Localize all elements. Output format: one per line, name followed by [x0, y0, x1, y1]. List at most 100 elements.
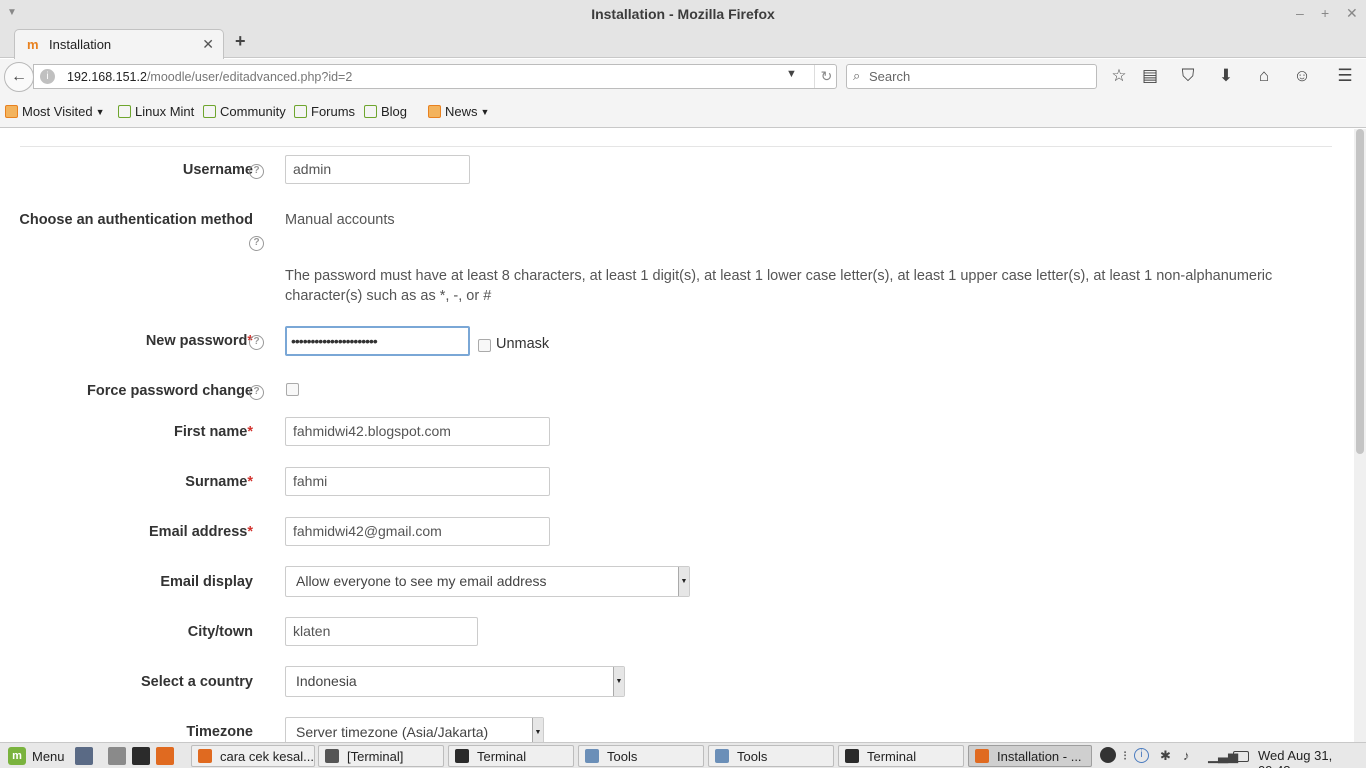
- force-password-change-checkbox[interactable]: [286, 383, 299, 396]
- battery-icon[interactable]: [1233, 751, 1249, 762]
- maximize-button[interactable]: +: [1321, 5, 1329, 21]
- site-info-icon[interactable]: i: [40, 69, 55, 84]
- window-title: Installation - Mozilla Firefox: [591, 6, 775, 22]
- first-name-label-text: First name: [174, 424, 248, 440]
- url-host: 192.168.151.2: [67, 70, 147, 84]
- help-icon[interactable]: ?: [249, 335, 264, 350]
- reload-icon[interactable]: ↻: [814, 65, 838, 88]
- surname-label-text: Surname: [185, 474, 248, 490]
- bookmark-most-visited[interactable]: Most Visited ▼: [5, 104, 105, 119]
- bookmark-linux-mint[interactable]: Linux Mint: [118, 104, 194, 119]
- task-button[interactable]: Tools: [578, 745, 704, 767]
- bookmark-news[interactable]: News ▼: [428, 104, 489, 119]
- task-button[interactable]: Terminal: [448, 745, 574, 767]
- tray-separator-icon: ⁝: [1123, 748, 1128, 763]
- email-field[interactable]: fahmidwi42@gmail.com: [285, 517, 550, 546]
- bookmark-forums[interactable]: Forums: [294, 104, 355, 119]
- city-field[interactable]: klaten: [285, 617, 478, 646]
- required-mark: *: [247, 424, 253, 440]
- username-label: Username: [182, 162, 253, 178]
- url-bar[interactable]: i 192.168.151.2/moodle/user/editadvanced…: [33, 64, 837, 89]
- section-divider: [20, 146, 1332, 147]
- task-button[interactable]: cara cek kesal...: [191, 745, 315, 767]
- home-icon[interactable]: ⌂: [1253, 66, 1275, 86]
- back-button[interactable]: ←: [4, 62, 34, 92]
- terminal-icon: [325, 749, 339, 763]
- linux-mint-icon: [203, 105, 216, 118]
- bookmark-community[interactable]: Community: [203, 104, 286, 119]
- task-button[interactable]: Terminal: [838, 745, 964, 767]
- tab-installation[interactable]: m Installation ✕: [14, 29, 224, 59]
- new-password-label-text: New password: [145, 333, 248, 349]
- linux-mint-icon: [118, 105, 131, 118]
- system-monitor-icon[interactable]: [1100, 747, 1116, 763]
- menu-label: Menu: [32, 748, 65, 764]
- help-icon[interactable]: ?: [249, 164, 264, 179]
- bookmarks-toolbar: Most Visited ▼ Linux Mint Community Forum…: [0, 95, 1366, 128]
- url-history-dropdown-icon[interactable]: ▼: [786, 68, 797, 80]
- new-password-label: New password*: [146, 333, 253, 349]
- timezone-select[interactable]: Server timezone (Asia/Jakarta) ▼: [285, 717, 544, 742]
- scrollbar-thumb[interactable]: [1356, 129, 1364, 454]
- auth-method-label: Choose an authentication method: [19, 212, 253, 228]
- search-input[interactable]: [869, 67, 1089, 86]
- new-tab-button[interactable]: +: [235, 31, 246, 52]
- terminal-launcher-icon[interactable]: [132, 747, 150, 765]
- task-button[interactable]: Tools: [708, 745, 834, 767]
- show-desktop-icon[interactable]: [75, 747, 93, 765]
- new-password-field[interactable]: ••••••••••••••••••••••: [285, 326, 470, 356]
- clock[interactable]: Wed Aug 31, 09:48: [1258, 748, 1366, 768]
- bookmark-star-icon[interactable]: ☆: [1108, 66, 1130, 86]
- country-select[interactable]: Indonesia ▼: [285, 666, 625, 697]
- start-menu-button[interactable]: m Menu: [8, 747, 65, 765]
- dropdown-caret-icon: ▼: [95, 106, 105, 117]
- email-display-select[interactable]: Allow everyone to see my email address ▼: [285, 566, 690, 597]
- linux-mint-icon: [294, 105, 307, 118]
- firefox-launcher-icon[interactable]: [156, 747, 174, 765]
- terminal-icon: [845, 749, 859, 763]
- bluetooth-icon[interactable]: ✱: [1160, 748, 1171, 764]
- window-titlebar: ▼ Installation - Mozilla Firefox – + ✕: [0, 0, 1366, 28]
- hello-chat-icon[interactable]: ☺: [1291, 66, 1313, 86]
- volume-icon[interactable]: ♪: [1183, 748, 1190, 763]
- folder-icon: [585, 749, 599, 763]
- window-menu-icon[interactable]: ▼: [7, 7, 17, 18]
- downloads-icon[interactable]: ⬇: [1215, 66, 1237, 86]
- bookmark-blog[interactable]: Blog: [364, 104, 407, 119]
- bookmarks-list-icon[interactable]: ▤: [1139, 66, 1161, 86]
- pocket-icon[interactable]: ⛉: [1177, 66, 1199, 86]
- task-button-active[interactable]: Installation - ...: [968, 745, 1092, 767]
- task-label: Tools: [737, 748, 768, 764]
- tab-title: Installation: [49, 37, 112, 52]
- task-label: Tools: [607, 748, 638, 764]
- file-manager-icon[interactable]: [108, 747, 126, 765]
- help-icon[interactable]: ?: [249, 385, 264, 400]
- country-label: Select a country: [140, 674, 253, 690]
- surname-field[interactable]: fahmi: [285, 467, 550, 496]
- page-content: Username ? admin Choose an authenticatio…: [0, 129, 1354, 742]
- task-label: Terminal: [477, 748, 527, 764]
- minimize-button[interactable]: –: [1296, 5, 1304, 21]
- close-window-button[interactable]: ✕: [1346, 5, 1358, 22]
- firefox-icon: [975, 749, 989, 763]
- email-display-label: Email display: [160, 574, 253, 590]
- first-name-field[interactable]: fahmidwi42.blogspot.com: [285, 417, 550, 446]
- update-manager-icon[interactable]: i: [1134, 748, 1149, 763]
- tab-close-icon[interactable]: ✕: [202, 36, 214, 53]
- required-mark: *: [247, 474, 253, 490]
- bookmark-label: Most Visited: [22, 104, 93, 119]
- bookmark-label: Linux Mint: [135, 104, 195, 119]
- bookmark-label: Community: [220, 104, 286, 119]
- task-button[interactable]: [Terminal]: [318, 745, 444, 767]
- unmask-checkbox[interactable]: [478, 339, 491, 352]
- hamburger-menu-icon[interactable]: ☰: [1334, 66, 1356, 86]
- task-label: cara cek kesal...: [220, 748, 314, 764]
- unmask-label: Unmask: [496, 336, 550, 352]
- required-mark: *: [247, 524, 253, 540]
- username-field[interactable]: admin: [285, 155, 470, 184]
- help-icon[interactable]: ?: [249, 236, 264, 251]
- url-text[interactable]: 192.168.151.2/moodle/user/editadvanced.p…: [67, 70, 352, 84]
- tab-strip: m Installation ✕ +: [0, 28, 1366, 59]
- search-box[interactable]: ⌕: [846, 64, 1097, 89]
- surname-label: Surname*: [185, 474, 253, 490]
